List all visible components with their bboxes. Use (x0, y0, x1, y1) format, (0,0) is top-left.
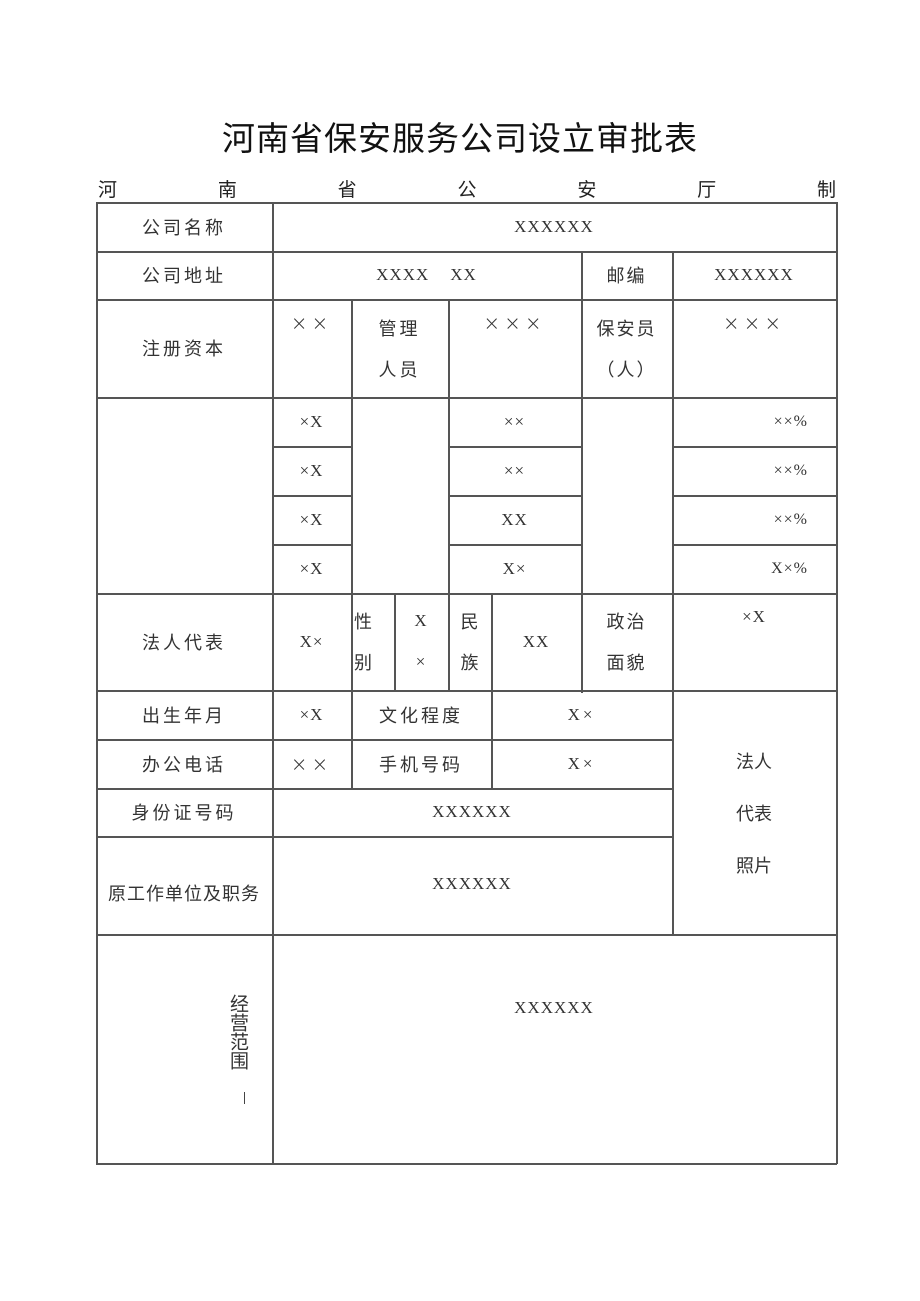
gender-field[interactable]: X × (394, 593, 448, 690)
text-cursor-mark (244, 1092, 245, 1104)
legal-rep-label: 法人代表 (142, 632, 226, 654)
document-title: 河南省保安服务公司设立审批表 (222, 119, 698, 158)
table-border (836, 202, 838, 1164)
shareholder-col2-cell[interactable]: ×× (448, 397, 581, 446)
issuer-char: 公 (457, 179, 477, 201)
gender-label-line1: 性 (354, 612, 372, 634)
company-address-field[interactable]: XXXX XX (272, 251, 581, 299)
birth-date-field[interactable]: ×X (272, 690, 351, 739)
guards-label: 保安员 （人） (581, 299, 672, 397)
shareholder-pct-cell[interactable]: ××% (672, 495, 836, 544)
business-scope-label: 经营范围 (227, 994, 249, 1070)
issuer-char: 省 (337, 179, 357, 201)
shareholder-pct-cell[interactable]: ××% (672, 397, 836, 446)
ethnicity-label: 民 族 (448, 593, 491, 690)
shareholder-col1-cell[interactable]: ×X (272, 397, 351, 446)
issuer-char: 安 (577, 179, 597, 201)
shareholder-col1-cell[interactable]: ×X (272, 495, 351, 544)
shareholder-col1-cell[interactable]: ×X (272, 544, 351, 593)
political-status-label-line2: 面貌 (606, 652, 647, 674)
shareholder-col2-cell[interactable]: X× (448, 544, 581, 593)
managers-field[interactable]: ××× (448, 299, 581, 397)
company-name-label: 公司名称 (142, 217, 226, 239)
issuer-char: 河 (98, 179, 118, 201)
postal-code-field[interactable]: XXXXXX (672, 251, 836, 299)
shareholder-pct-cell[interactable]: X×% (672, 544, 836, 593)
photo-label-line2: 代表 (736, 804, 772, 825)
political-status-field[interactable]: ×X (672, 593, 836, 690)
political-status-label-line1: 政治 (606, 612, 647, 634)
managers-label-line1: 管理 (378, 318, 421, 340)
ethnicity-label-line2: 族 (460, 652, 479, 674)
issuer-line: 河 南 省 公 安 厅 制 (98, 175, 836, 201)
previous-employer-label: 原工作单位及职务 (108, 884, 260, 905)
birth-date-label: 出生年月 (142, 705, 226, 727)
shareholder-col2-cell[interactable]: XX (448, 495, 581, 544)
gender-label-line2: 别 (354, 652, 372, 674)
photo-label-line3: 照片 (736, 856, 772, 877)
education-label: 文化程度 (379, 705, 463, 727)
photo-label-line1: 法人 (736, 752, 772, 773)
registered-capital-field[interactable]: ×× (272, 299, 351, 397)
gender-value-line2: × (415, 651, 427, 671)
ethnicity-label-line1: 民 (460, 612, 479, 634)
issuer-char: 厅 (697, 179, 717, 201)
business-scope-label-cell: 经营范围 (96, 934, 272, 1164)
registered-capital-label: 注册资本 (142, 339, 226, 360)
shareholder-col1-cell[interactable]: ×X (272, 446, 351, 495)
guards-field[interactable]: ××× (672, 299, 836, 397)
issuer-char: 制 (816, 179, 836, 201)
business-scope-field[interactable]: XXXXXX (272, 934, 836, 1164)
education-field[interactable]: X× (491, 690, 672, 739)
managers-label-line2: 人员 (378, 359, 421, 381)
guards-label-line1: 保安员 (596, 318, 657, 340)
postal-code-label: 邮编 (606, 266, 647, 287)
shareholder-col2-cell[interactable]: ×× (448, 446, 581, 495)
company-name-field[interactable]: XXXXXX (272, 202, 836, 251)
managers-label: 管理 人员 (351, 299, 448, 397)
guards-label-line2: （人） (596, 359, 657, 381)
ethnicity-field[interactable]: XX (491, 593, 581, 690)
shareholder-pct-cell[interactable]: ××% (672, 446, 836, 495)
legal-rep-field[interactable]: X× (272, 593, 351, 690)
previous-employer-field[interactable]: XXXXXX (272, 836, 672, 934)
id-number-field[interactable]: XXXXXX (272, 788, 672, 836)
issuer-char: 南 (217, 179, 237, 201)
gender-label: 性 别 (351, 593, 394, 690)
company-address-label: 公司地址 (142, 266, 226, 287)
mobile-label: 手机号码 (379, 754, 463, 776)
mobile-field[interactable]: X× (491, 739, 672, 788)
office-phone-label: 办公电话 (142, 754, 226, 776)
photo-area[interactable]: 法人 代表 照片 (672, 690, 836, 934)
gender-value-line1: X (414, 611, 428, 631)
office-phone-field[interactable]: ×× (272, 739, 351, 788)
political-status-label: 政治 面貌 (581, 593, 672, 690)
id-number-label: 身份证号码 (131, 803, 237, 824)
